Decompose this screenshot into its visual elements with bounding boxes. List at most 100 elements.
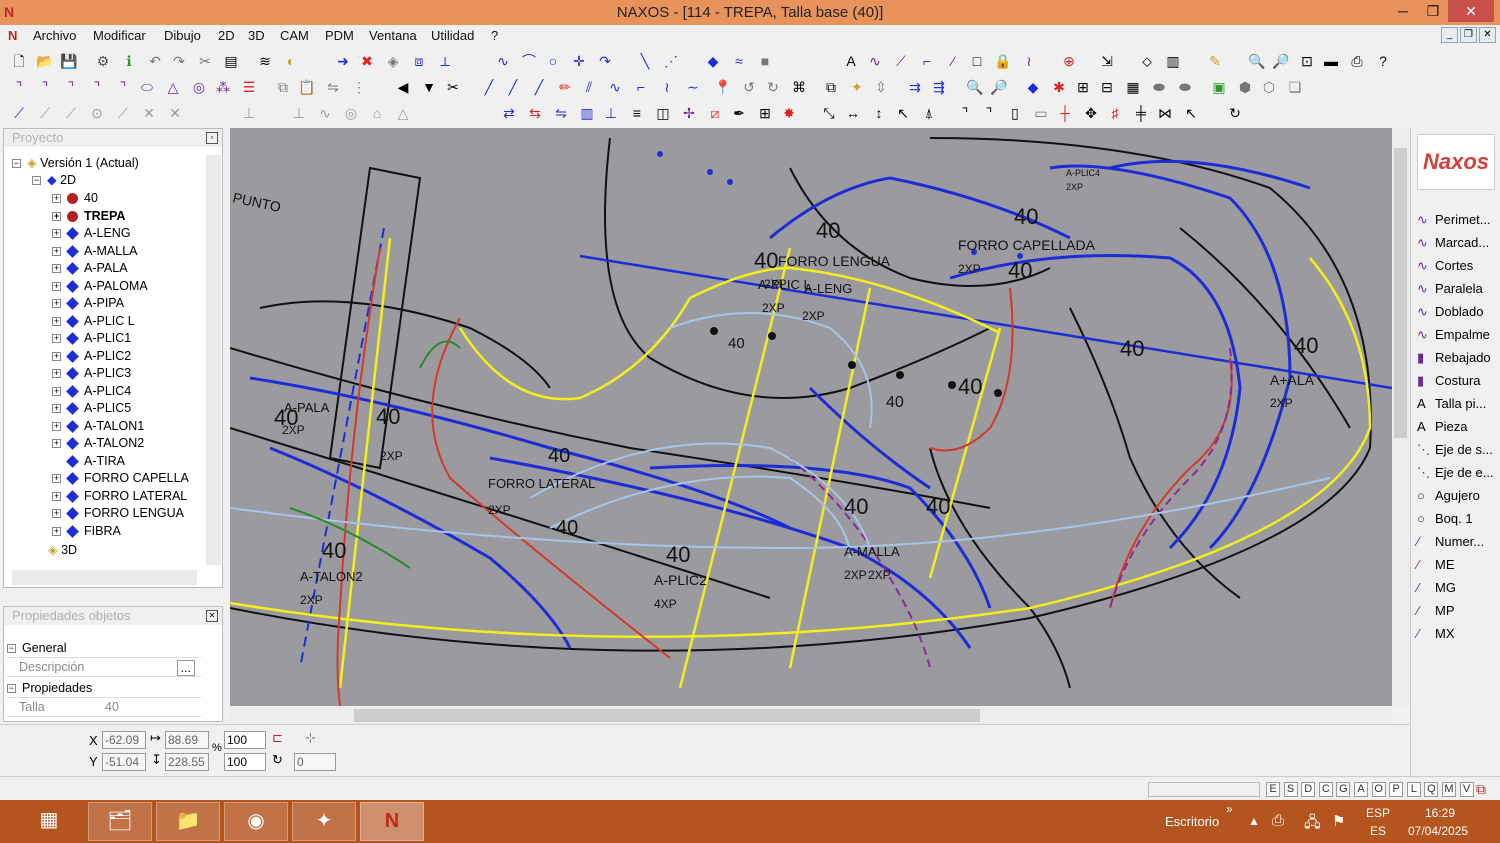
naxos-taskbar-icon[interactable]: N bbox=[360, 802, 424, 841]
square-icon[interactable]: ■ bbox=[756, 52, 774, 70]
status-key-o[interactable]: O bbox=[1371, 782, 1386, 797]
doc-icon[interactable]: N bbox=[8, 28, 17, 43]
sparkle-icon[interactable]: ✦ bbox=[848, 78, 866, 96]
tree-item-a-plic2[interactable]: + A-PLIC2 bbox=[52, 348, 131, 365]
tool-mp[interactable]: ⁄ MP bbox=[1417, 600, 1455, 622]
open-icon[interactable]: 📂 bbox=[36, 52, 54, 70]
close-button[interactable]: ✕ bbox=[1448, 0, 1494, 22]
hash-icon[interactable]: ♯ bbox=[1106, 104, 1124, 122]
slash2-icon[interactable]: ⧄ bbox=[706, 104, 724, 122]
menu-pdm[interactable]: PDM bbox=[325, 28, 354, 43]
status-key-s[interactable]: S bbox=[1283, 782, 1298, 797]
tool-perimet[interactable]: ∿ Perimet... bbox=[1417, 209, 1491, 231]
status-key-l[interactable]: L bbox=[1406, 782, 1421, 797]
crosshair-icon[interactable]: ✛ bbox=[570, 52, 588, 70]
twist-icon[interactable]: ≀ bbox=[658, 78, 676, 96]
node-icon[interactable]: ◆ bbox=[1024, 78, 1042, 96]
layers-icon[interactable]: ▤ bbox=[222, 52, 240, 70]
menu-help[interactable]: ? bbox=[491, 28, 498, 43]
zoom-out-icon[interactable]: 🔎 bbox=[1272, 52, 1290, 70]
shoe-icon[interactable]: ⬬ bbox=[1150, 78, 1168, 96]
grade-icon[interactable]: ⇉ bbox=[906, 78, 924, 96]
pin-icon[interactable]: 📍 bbox=[714, 78, 732, 96]
height-field[interactable]: 228.55 bbox=[165, 753, 209, 771]
dim7-icon[interactable]: ✕ bbox=[166, 104, 184, 122]
descripcion-browse-button[interactable]: ... bbox=[176, 660, 195, 676]
status-key-a[interactable]: A bbox=[1354, 782, 1368, 797]
lang-label-1[interactable]: ESP bbox=[1366, 806, 1390, 820]
tree-item-a-plic4[interactable]: + A-PLIC4 bbox=[52, 383, 131, 400]
flip-v-icon[interactable]: ▼ bbox=[420, 78, 438, 96]
x-coord-field[interactable]: -62.09 bbox=[102, 731, 146, 749]
tree-item-a-plic5[interactable]: + A-PLIC5 bbox=[52, 400, 131, 417]
flag-icon[interactable]: ⚑ bbox=[1332, 812, 1345, 830]
tree-group-3d[interactable]: ◈ 3D bbox=[48, 542, 77, 559]
grade2-icon[interactable]: ⇶ bbox=[930, 78, 948, 96]
dim12-icon[interactable]: ⌂ bbox=[368, 104, 386, 122]
hatch-icon[interactable]: ☰ bbox=[240, 78, 258, 96]
dim10-icon[interactable]: ∿ bbox=[316, 104, 334, 122]
tree-item-forro-lateral[interactable]: + FORRO LATERAL bbox=[52, 488, 187, 505]
dimline-icon[interactable]: ⤡ bbox=[820, 104, 838, 122]
status-key-e[interactable]: E bbox=[1266, 782, 1280, 797]
vscroll-thumb[interactable] bbox=[1394, 148, 1407, 438]
curve-icon[interactable]: ∿ bbox=[494, 52, 512, 70]
wand-icon[interactable]: ✎ bbox=[1206, 52, 1224, 70]
tool-marcad[interactable]: ∿ Marcad... bbox=[1417, 232, 1489, 254]
tool-pieza[interactable]: A Pieza bbox=[1417, 416, 1468, 438]
close-panel-icon[interactable]: ✕ bbox=[206, 610, 218, 622]
status-tool-icon[interactable]: ⧉ bbox=[1476, 781, 1486, 798]
line4-icon[interactable]: ╱ bbox=[530, 78, 548, 96]
tool-boq-1[interactable]: ○ Boq. 1 bbox=[1417, 508, 1473, 530]
scale-x-field[interactable]: 100 bbox=[224, 731, 266, 749]
corner3-icon[interactable]: ⌝ bbox=[62, 78, 80, 96]
stack-icon[interactable]: ≋ bbox=[256, 52, 274, 70]
arrows-icon[interactable]: ⇄ bbox=[500, 104, 518, 122]
status-key-q[interactable]: Q bbox=[1424, 782, 1439, 797]
select-icon[interactable]: ◈ bbox=[384, 52, 402, 70]
drawing-canvas[interactable]: 40 40 FORRO LENGUA FORRO CAPELLADA 2XP 40 2XP A… bbox=[230, 128, 1392, 706]
fillet2-icon[interactable]: ⌝ bbox=[956, 104, 974, 122]
hook-icon[interactable]: ⌐ bbox=[918, 52, 936, 70]
updown-icon[interactable]: ⇳ bbox=[872, 78, 890, 96]
tree-item-a-paloma[interactable]: + A-PALOMA bbox=[52, 278, 148, 295]
corner-icon[interactable]: ⌝ bbox=[10, 78, 28, 96]
tree-item-fibra[interactable]: + FIBRA bbox=[52, 523, 121, 540]
loop-icon[interactable]: ◎ bbox=[190, 78, 208, 96]
settings-icon[interactable]: ⚙ bbox=[94, 52, 112, 70]
lock-icon[interactable]: 🔒 bbox=[994, 52, 1012, 70]
tree-item-forro-lengua[interactable]: + FORRO LENGUA bbox=[52, 505, 184, 522]
tree-root[interactable]: − ◈ Versión 1 (Actual) bbox=[12, 155, 139, 172]
tag-icon[interactable]: ⬦ bbox=[1138, 52, 1156, 70]
node2-icon[interactable]: ✱ bbox=[1050, 78, 1068, 96]
width-field[interactable]: 88.69 bbox=[165, 731, 209, 749]
tree-item-a-talon1[interactable]: + A-TALON1 bbox=[52, 418, 144, 435]
tool-doblado[interactable]: ∿ Doblado bbox=[1417, 301, 1483, 323]
spline-icon[interactable]: ∿ bbox=[866, 52, 884, 70]
scale-icon[interactable]: ▬ bbox=[1322, 52, 1340, 70]
network-icon[interactable]: 🖧 bbox=[1304, 812, 1321, 837]
explorer-icon[interactable]: 🗂 bbox=[88, 802, 152, 841]
shoe2-icon[interactable]: ⬬ bbox=[1176, 78, 1194, 96]
dim13-icon[interactable]: △ bbox=[394, 104, 412, 122]
connect-icon[interactable]: ⋈ bbox=[1156, 104, 1174, 122]
delete-icon[interactable]: ✖ bbox=[358, 52, 376, 70]
tool-empalme[interactable]: ∿ Empalme bbox=[1417, 324, 1490, 346]
tack-icon[interactable]: ✢ bbox=[680, 104, 698, 122]
doc2-icon[interactable]: ▯ bbox=[1006, 104, 1024, 122]
grid-icon[interactable]: ⊟ bbox=[1098, 78, 1116, 96]
minimize-button[interactable]: ─ bbox=[1386, 0, 1420, 22]
tool-costura[interactable]: ▮ Costura bbox=[1417, 370, 1481, 392]
pin-icon[interactable]: ▫ bbox=[206, 132, 218, 144]
new-icon[interactable]: 🗋 bbox=[10, 52, 28, 70]
barcode-icon[interactable]: ▥ bbox=[578, 104, 596, 122]
point-icon[interactable]: ⋰ bbox=[662, 52, 680, 70]
undo-icon[interactable]: ↶ bbox=[146, 52, 164, 70]
dim9-icon[interactable]: ⊥ bbox=[290, 104, 308, 122]
export-icon[interactable]: ⇲ bbox=[1098, 52, 1116, 70]
tray-up-icon[interactable]: ▲ bbox=[1248, 814, 1260, 828]
prop-talla-row[interactable]: Talla 40 bbox=[7, 698, 201, 717]
dim8-icon[interactable]: ⊥ bbox=[240, 104, 258, 122]
lang-label-2[interactable]: ES bbox=[1370, 824, 1386, 838]
clock-date[interactable]: 07/04/2025 bbox=[1408, 824, 1468, 838]
